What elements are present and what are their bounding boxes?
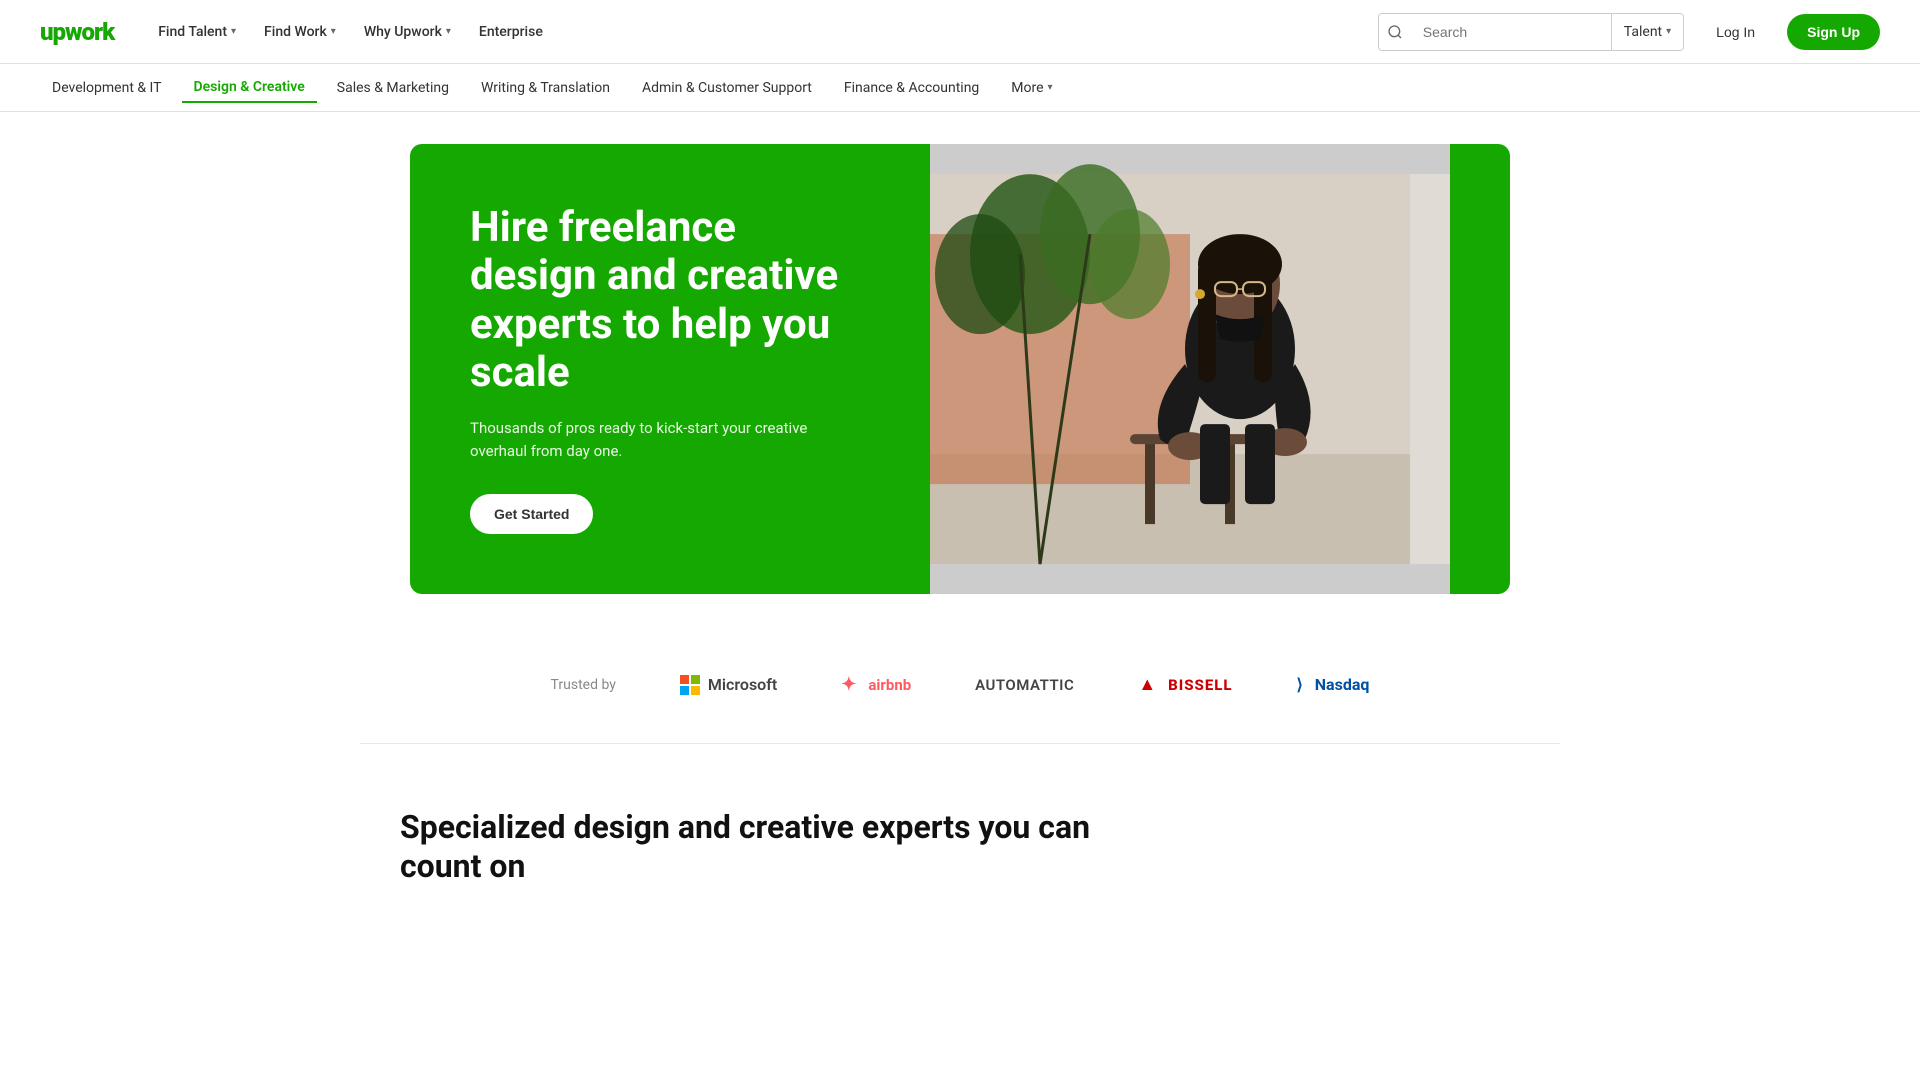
header-right: Talent ▾ Log In Sign Up	[1378, 13, 1880, 51]
signup-button[interactable]: Sign Up	[1787, 14, 1880, 50]
nasdaq-logo: ⟩ Nasdaq	[1297, 675, 1370, 694]
get-started-button[interactable]: Get Started	[470, 494, 593, 534]
section-title: Specialized design and creative experts …	[400, 808, 1100, 885]
hero-banner: Hire freelance design and creative exper…	[410, 144, 1510, 594]
hero-content: Hire freelance design and creative exper…	[410, 144, 930, 594]
microsoft-icon	[680, 675, 700, 695]
search-bar: Talent ▾	[1378, 13, 1684, 51]
trusted-section: Trusted by Microsoft ✦ airbnb Automattic…	[0, 626, 1920, 744]
hero-illustration	[930, 144, 1450, 594]
bissell-triangle-icon: ▲	[1138, 674, 1156, 695]
subnav-finance[interactable]: Finance & Accounting	[832, 74, 991, 102]
nav-why-upwork[interactable]: Why Upwork ▾	[352, 16, 463, 48]
automattic-logo: Automattic	[975, 676, 1074, 694]
search-input[interactable]	[1411, 24, 1611, 40]
bottom-section: Specialized design and creative experts …	[360, 744, 1560, 925]
search-icon	[1387, 24, 1403, 40]
nav-find-talent[interactable]: Find Talent ▾	[146, 16, 248, 48]
chevron-down-icon: ▾	[1048, 82, 1053, 93]
main-nav: Find Talent ▾ Find Work ▾ Why Upwork ▾ E…	[146, 16, 1378, 48]
subnav-more[interactable]: More ▾	[999, 74, 1064, 102]
talent-dropdown[interactable]: Talent ▾	[1612, 13, 1683, 51]
hero-title: Hire freelance design and creative exper…	[470, 204, 870, 397]
sub-nav: Development & IT Design & Creative Sales…	[0, 64, 1920, 112]
chevron-down-icon: ▾	[446, 26, 451, 37]
subnav-writing[interactable]: Writing & Translation	[469, 74, 622, 102]
trusted-label: Trusted by	[551, 677, 616, 693]
nav-find-work[interactable]: Find Work ▾	[252, 16, 348, 48]
airbnb-logo: ✦ airbnb	[841, 674, 911, 695]
nav-enterprise[interactable]: Enterprise	[467, 16, 555, 48]
nasdaq-icon: ⟩	[1297, 675, 1303, 694]
logo[interactable]: upwork	[40, 18, 114, 46]
login-button[interactable]: Log In	[1700, 16, 1771, 48]
hero-subtitle: Thousands of pros ready to kick-start yo…	[470, 417, 850, 462]
airbnb-icon: ✦	[841, 674, 856, 695]
bissell-logo: ▲ Bissell	[1138, 674, 1232, 695]
subnav-design[interactable]: Design & Creative	[182, 73, 317, 103]
subnav-admin[interactable]: Admin & Customer Support	[630, 74, 824, 102]
subnav-sales[interactable]: Sales & Marketing	[325, 74, 461, 102]
hero-section: Hire freelance design and creative exper…	[0, 112, 1920, 626]
header: upwork Find Talent ▾ Find Work ▾ Why Upw…	[0, 0, 1920, 64]
subnav-development[interactable]: Development & IT	[40, 74, 174, 102]
hero-image	[930, 144, 1450, 594]
chevron-down-icon: ▾	[1666, 26, 1671, 37]
microsoft-logo: Microsoft	[680, 675, 777, 695]
chevron-down-icon: ▾	[231, 26, 236, 37]
chevron-down-icon: ▾	[331, 26, 336, 37]
